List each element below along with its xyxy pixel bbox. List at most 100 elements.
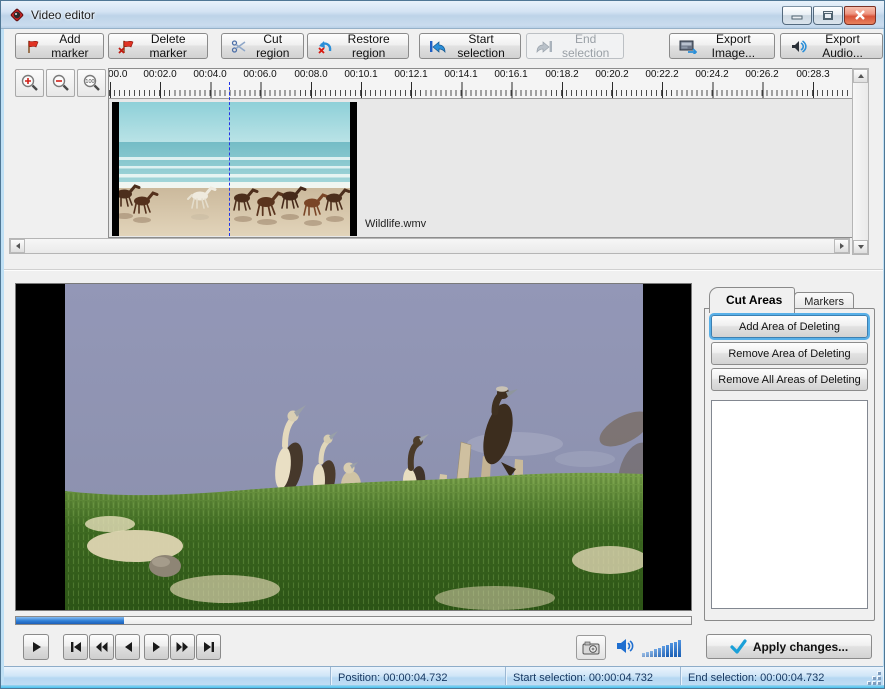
delete-marker-flag-icon bbox=[118, 39, 134, 54]
ruler-label: 00:12.1 bbox=[386, 69, 436, 80]
add-area-label: Add Area of Deleting bbox=[739, 321, 840, 333]
titlebar: Video editor bbox=[1, 1, 884, 29]
end-selection-button[interactable]: End selection bbox=[526, 33, 624, 59]
timeline-vertical-scrollbar[interactable] bbox=[852, 68, 869, 255]
ruler-label: 00:24.2 bbox=[687, 69, 737, 80]
main-toolbar: Add marker Delete marker Cut region bbox=[4, 31, 883, 61]
tab-markers-label: Markers bbox=[804, 296, 844, 308]
ruler-label: 00:22.2 bbox=[637, 69, 687, 80]
left-arrow-icon bbox=[16, 243, 20, 249]
minimize-icon bbox=[783, 7, 811, 24]
skip-start-button[interactable] bbox=[63, 634, 88, 660]
ruler-label: 00:14.1 bbox=[436, 69, 486, 80]
scroll-left-arrow[interactable] bbox=[10, 239, 25, 253]
remove-all-areas-of-deleting-button[interactable]: Remove All Areas of Deleting bbox=[711, 368, 868, 391]
cut-region-label: Cut region bbox=[252, 32, 294, 60]
rewind-button[interactable] bbox=[89, 634, 114, 660]
fast-forward-button[interactable] bbox=[170, 634, 195, 660]
right-arrow-icon bbox=[840, 243, 844, 249]
tab-cut-areas-label: Cut Areas bbox=[726, 293, 782, 307]
snapshot-button[interactable] bbox=[576, 635, 606, 660]
restore-region-label: Restore region bbox=[338, 32, 400, 60]
up-arrow-icon bbox=[858, 74, 864, 78]
resize-grip[interactable] bbox=[868, 672, 881, 685]
skip-end-button[interactable] bbox=[196, 634, 221, 660]
scroll-up-arrow[interactable] bbox=[853, 69, 868, 83]
seek-progress-fill bbox=[16, 617, 124, 624]
start-selection-arrow-icon bbox=[429, 39, 446, 54]
export-image-button[interactable]: Export Image... bbox=[669, 33, 775, 59]
status-empty-panel bbox=[4, 667, 331, 688]
panel-separator bbox=[4, 269, 883, 271]
maximize-icon bbox=[814, 7, 842, 24]
zoom-100-icon: 100 bbox=[82, 73, 102, 93]
checkmark-icon bbox=[730, 639, 747, 654]
zoom-in-button[interactable] bbox=[15, 69, 44, 97]
step-back-icon bbox=[123, 641, 133, 653]
zoom-out-button[interactable] bbox=[46, 69, 75, 97]
ruler-label: 00:20.2 bbox=[587, 69, 637, 80]
play-icon bbox=[30, 641, 42, 653]
zoom-100-button[interactable]: 100 bbox=[77, 69, 106, 97]
cut-areas-listbox[interactable] bbox=[711, 400, 868, 609]
seek-bar[interactable] bbox=[15, 616, 692, 625]
play-button[interactable] bbox=[23, 634, 49, 660]
start-selection-button[interactable]: Start selection bbox=[419, 33, 520, 59]
ruler-label: 00:18.2 bbox=[537, 69, 587, 80]
status-position: Position: 00:00:04.732 bbox=[331, 667, 506, 688]
step-forward-icon bbox=[152, 641, 162, 653]
minimize-button[interactable] bbox=[782, 6, 812, 25]
svg-text:100: 100 bbox=[85, 79, 94, 85]
export-image-icon bbox=[679, 39, 697, 54]
ruler-label: 00:26.2 bbox=[737, 69, 787, 80]
timeline-horizontal-scrollbar[interactable] bbox=[9, 238, 850, 254]
remove-area-label: Remove Area of Deleting bbox=[728, 348, 850, 360]
ruler-label: 00:04.0 bbox=[185, 69, 235, 80]
video-clip-thumbnail[interactable] bbox=[112, 102, 357, 236]
skip-start-icon bbox=[70, 641, 82, 653]
step-back-button[interactable] bbox=[115, 634, 140, 660]
status-bar: Position: 00:00:04.732 Start selection: … bbox=[4, 666, 883, 687]
status-end-selection-text: End selection: 00:00:04.732 bbox=[688, 672, 824, 684]
ruler-label: 00:02.0 bbox=[135, 69, 185, 80]
maximize-button[interactable] bbox=[813, 6, 843, 25]
cut-region-button[interactable]: Cut region bbox=[221, 33, 304, 59]
remove-area-of-deleting-button[interactable]: Remove Area of Deleting bbox=[711, 342, 868, 365]
timeline-playhead[interactable] bbox=[229, 82, 230, 236]
delete-marker-button[interactable]: Delete marker bbox=[108, 33, 208, 59]
restore-region-button[interactable]: Restore region bbox=[307, 33, 410, 59]
video-editor-window: Video editor Add marker bbox=[0, 0, 885, 689]
remove-all-areas-label: Remove All Areas of Deleting bbox=[718, 374, 860, 386]
apply-changes-button[interactable]: Apply changes... bbox=[706, 634, 872, 659]
scroll-right-arrow[interactable] bbox=[834, 239, 849, 253]
export-audio-button[interactable]: Export Audio... bbox=[780, 33, 883, 59]
speaker-icon bbox=[616, 638, 636, 654]
add-area-of-deleting-button[interactable]: Add Area of Deleting bbox=[711, 315, 868, 338]
add-marker-button[interactable]: Add marker bbox=[15, 33, 104, 59]
down-arrow-icon bbox=[858, 245, 864, 249]
timeline-track[interactable]: Wildlife.wmv bbox=[109, 98, 853, 238]
end-selection-arrow-icon bbox=[536, 39, 553, 54]
volume-level-bars[interactable] bbox=[642, 637, 688, 657]
export-audio-label: Export Audio... bbox=[812, 32, 873, 60]
ruler-label: 00:06.0 bbox=[235, 69, 285, 80]
close-button[interactable] bbox=[844, 6, 876, 25]
timeline-ruler-ticks[interactable] bbox=[109, 82, 853, 98]
tab-cut-areas[interactable]: Cut Areas bbox=[709, 287, 795, 313]
mute-toggle[interactable] bbox=[616, 638, 636, 659]
status-start-selection: Start selection: 00:00:04.732 bbox=[506, 667, 681, 688]
status-end-selection: End selection: 00:00:04.732 bbox=[681, 667, 883, 688]
rewind-icon bbox=[95, 641, 108, 653]
restore-region-arrow-icon bbox=[317, 39, 333, 54]
delete-marker-label: Delete marker bbox=[139, 32, 198, 60]
scroll-down-arrow[interactable] bbox=[853, 240, 868, 254]
timeline-zoom-toolbar: 100 bbox=[15, 69, 106, 97]
preview-frame-birds bbox=[65, 284, 643, 610]
export-image-label: Export Image... bbox=[702, 32, 765, 60]
add-marker-label: Add marker bbox=[46, 32, 94, 60]
horses-beach-thumbnail bbox=[112, 102, 357, 236]
ruler-label: 00:08.0 bbox=[286, 69, 336, 80]
add-marker-flag-icon bbox=[25, 39, 41, 54]
step-forward-button[interactable] bbox=[144, 634, 169, 660]
fast-forward-icon bbox=[176, 641, 189, 653]
